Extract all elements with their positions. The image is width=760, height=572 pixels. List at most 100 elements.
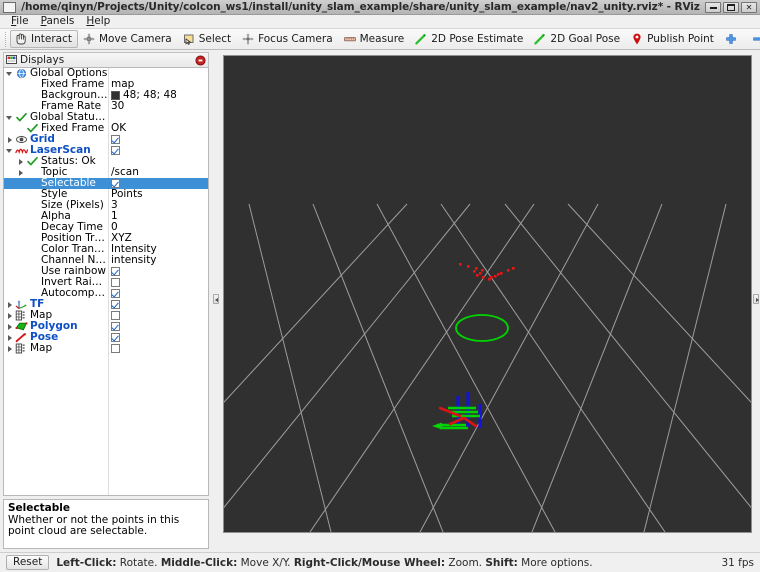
tool-remove-minus[interactable] <box>747 30 760 48</box>
chevron-right-icon[interactable] <box>4 299 15 310</box>
tree-row[interactable]: Style Points <box>4 189 208 200</box>
chevron-down-icon[interactable] <box>4 68 15 79</box>
chevron-down-icon[interactable] <box>4 145 15 156</box>
tree-row-value-cell[interactable]: /scan <box>108 167 208 178</box>
tool-2d-goal-pose[interactable]: 2D Goal Pose <box>529 30 626 48</box>
tree-row-value-cell[interactable] <box>108 267 208 276</box>
visibility-checkbox[interactable] <box>111 289 120 298</box>
tree-row-value-cell[interactable]: 48; 48; 48 <box>108 90 208 101</box>
tool-measure[interactable]: Measure <box>339 30 411 48</box>
tree-row-value-cell[interactable] <box>108 179 208 188</box>
tree-row[interactable]: Status: Ok <box>4 156 208 167</box>
menu-bar: File Panels Help <box>0 15 760 29</box>
chevron-down-icon[interactable] <box>4 112 15 123</box>
tree-row-value-cell[interactable]: Points <box>108 189 208 200</box>
color-swatch[interactable] <box>111 91 120 100</box>
menu-help[interactable]: Help <box>80 15 116 28</box>
tree-row[interactable]: Decay Time 0 <box>4 222 208 233</box>
tree-row-value-cell[interactable] <box>108 322 208 331</box>
tool-interact[interactable]: Interact <box>10 30 78 48</box>
visibility-checkbox[interactable] <box>111 333 120 342</box>
tool-publish-point[interactable]: Publish Point <box>626 30 720 48</box>
reset-button[interactable]: Reset <box>6 555 50 570</box>
chevron-right-icon[interactable] <box>4 332 15 343</box>
chevron-right-icon[interactable] <box>4 343 15 354</box>
tree-row[interactable]: Map <box>4 310 208 321</box>
viewport-right-splitter[interactable] <box>752 55 760 533</box>
tree-row[interactable]: Alpha 1 <box>4 211 208 222</box>
menu-file[interactable]: File <box>5 15 35 28</box>
tree-row[interactable]: TF <box>4 299 208 310</box>
tree-row-value-cell[interactable] <box>108 311 208 320</box>
menu-panels[interactable]: Panels <box>35 15 81 28</box>
chevron-right-icon[interactable] <box>15 156 26 167</box>
tree-row-value-cell[interactable]: intensity <box>108 255 208 266</box>
visibility-checkbox[interactable] <box>111 278 120 287</box>
tree-row[interactable]: Polygon <box>4 321 208 332</box>
visibility-checkbox[interactable] <box>111 344 120 353</box>
visibility-checkbox[interactable] <box>111 311 120 320</box>
tree-row-value-cell[interactable]: 1 <box>108 211 208 222</box>
tree-row[interactable]: Map <box>4 343 208 354</box>
tree-row-value-cell[interactable] <box>108 278 208 287</box>
tree-row[interactable]: Background Color 48; 48; 48 <box>4 90 208 101</box>
tree-row[interactable]: Global Options <box>4 68 208 79</box>
tree-row[interactable]: Autocompute Inte... <box>4 288 208 299</box>
visibility-checkbox[interactable] <box>111 179 120 188</box>
visibility-checkbox[interactable] <box>111 135 120 144</box>
tool-2d-pose-estimate[interactable]: 2D Pose Estimate <box>410 30 529 48</box>
tree-row[interactable]: Fixed Frame OK <box>4 123 208 134</box>
minimize-button[interactable] <box>705 1 721 13</box>
maximize-button[interactable] <box>723 1 739 13</box>
tree-row-value-cell[interactable] <box>108 344 208 353</box>
tree-row[interactable]: Frame Rate 30 <box>4 101 208 112</box>
tree-row[interactable]: Invert Rainbow <box>4 277 208 288</box>
panel-close-icon[interactable] <box>195 54 206 66</box>
tree-row-value-cell[interactable] <box>108 146 208 155</box>
tree-row-value-cell[interactable]: map <box>108 79 208 90</box>
visibility-checkbox[interactable] <box>111 300 120 309</box>
tree-row-value-cell[interactable]: 0 <box>108 222 208 233</box>
tree-row[interactable]: Size (Pixels) 3 <box>4 200 208 211</box>
visibility-checkbox[interactable] <box>111 322 120 331</box>
tree-row[interactable]: Pose <box>4 332 208 343</box>
tree-row[interactable]: Grid <box>4 134 208 145</box>
tree-row-value-cell[interactable]: Intensity <box>108 244 208 255</box>
tree-row[interactable]: Global Status: Ok <box>4 112 208 123</box>
tree-row-value-cell[interactable]: 30 <box>108 101 208 112</box>
tool-move-camera[interactable]: Move Camera <box>78 30 178 48</box>
displays-tree[interactable]: Global OptionsFixed FramemapBackground C… <box>3 67 209 496</box>
chevron-right-icon[interactable] <box>15 167 26 178</box>
visibility-checkbox[interactable] <box>111 146 120 155</box>
tree-row-value-cell[interactable] <box>108 333 208 342</box>
close-button[interactable]: ✕ <box>741 1 757 13</box>
tree-row-value-cell[interactable]: XYZ <box>108 233 208 244</box>
tree-row[interactable]: LaserScan <box>4 145 208 156</box>
visibility-checkbox[interactable] <box>111 267 120 276</box>
tree-row-value-cell[interactable]: 3 <box>108 200 208 211</box>
check-green-icon <box>15 112 28 123</box>
chevron-right-icon[interactable] <box>4 310 15 321</box>
render-viewport-3d[interactable] <box>223 55 752 533</box>
tree-row[interactable]: Selectable <box>4 178 208 189</box>
tool-focus-camera[interactable]: Focus Camera <box>237 30 339 48</box>
tree-row-value-cell[interactable] <box>108 289 208 298</box>
tree-row[interactable]: Topic/scan <box>4 167 208 178</box>
tree-row[interactable]: Position TransformerXYZ <box>4 233 208 244</box>
tree-row-value-cell[interactable] <box>108 300 208 309</box>
right-splitter-collapse-handle[interactable] <box>753 294 759 304</box>
tool-add-plus[interactable] <box>720 30 747 48</box>
tree-row[interactable]: Fixed Frame map <box>4 79 208 90</box>
tree-row-value-cell[interactable] <box>108 135 208 144</box>
chevron-right-icon[interactable] <box>4 321 15 332</box>
splitter-collapse-handle[interactable] <box>213 294 219 304</box>
tool-select[interactable]: Select <box>178 30 237 48</box>
tree-row-value-cell[interactable]: OK <box>108 123 208 134</box>
tree-row[interactable]: Color TransformerIntensity <box>4 244 208 255</box>
panel-splitter[interactable] <box>210 55 222 533</box>
tree-row-name-cell: Map <box>4 343 108 354</box>
tree-row[interactable]: Channel Nameintensity <box>4 255 208 266</box>
tree-row[interactable]: Use rainbow <box>4 266 208 277</box>
chevron-right-icon[interactable] <box>4 134 15 145</box>
tree-row-name-cell: Frame Rate <box>4 101 108 112</box>
